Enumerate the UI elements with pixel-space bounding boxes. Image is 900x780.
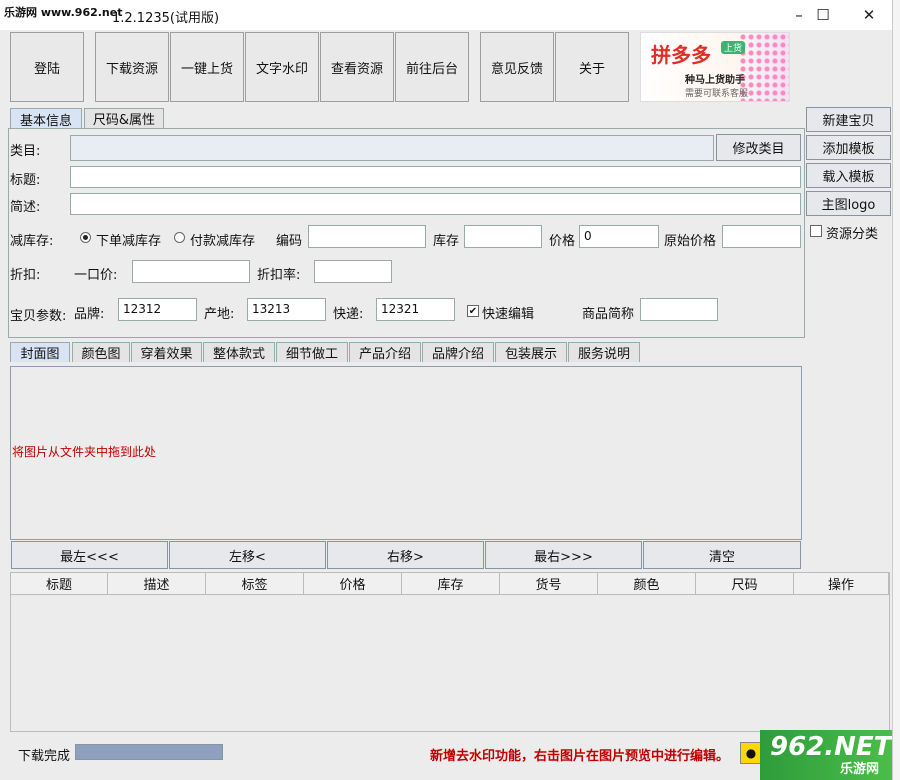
discount-rate-label: 折扣率:: [257, 268, 301, 283]
status-text: 下载完成: [18, 749, 71, 764]
modify-category-button[interactable]: 修改类目: [716, 134, 801, 161]
tab-basic-info[interactable]: 基本信息: [10, 108, 82, 129]
background-window-edge: [892, 0, 900, 780]
code-label: 编码: [276, 234, 303, 249]
goto-backend-button[interactable]: 前往后台: [395, 32, 469, 102]
title-bar: 乐游网 www.962.net 1.2.1235(试用版) – ☐ ✕: [0, 0, 892, 30]
column-header-size[interactable]: 尺码: [696, 573, 794, 595]
ad-subtitle: 种马上货助手: [685, 75, 745, 86]
about-button[interactable]: 关于: [555, 32, 629, 102]
view-resources-button[interactable]: 查看资源: [320, 32, 394, 102]
code-input[interactable]: [308, 225, 426, 248]
resource-classify-checkbox[interactable]: [810, 225, 822, 237]
original-price-input[interactable]: [722, 225, 801, 248]
tab-brand-intro[interactable]: 品牌介绍: [422, 342, 494, 362]
load-template-button[interactable]: 载入模板: [806, 163, 891, 188]
quick-edit-label: 快速编辑: [482, 307, 535, 322]
fixed-price-label: 一口价:: [74, 268, 118, 283]
text-watermark-button[interactable]: 文字水印: [245, 32, 319, 102]
main-logo-button[interactable]: 主图logo: [806, 191, 891, 216]
items-table: 标题 描述 标签 价格 库存 货号 颜色 尺码 操作: [10, 572, 890, 732]
window-title: 1.2.1235(试用版): [112, 11, 220, 26]
description-input[interactable]: [70, 193, 801, 215]
add-template-button[interactable]: 添加模板: [806, 135, 891, 160]
pay-reduce-stock-label: 付款减库存: [190, 234, 256, 249]
tab-service-description[interactable]: 服务说明: [568, 342, 640, 362]
order-reduce-stock-label: 下单减库存: [96, 234, 162, 249]
resource-classify-label: 资源分类: [826, 227, 879, 242]
brand-label: 品牌:: [74, 307, 105, 322]
tab-size-attributes[interactable]: 尺码&属性: [84, 108, 164, 128]
status-bar: 下载完成 新增去水印功能，右击图片在图片预览中进行编辑。 ●: [10, 738, 890, 768]
tab-color-image[interactable]: 颜色图: [72, 342, 130, 362]
column-header-tags[interactable]: 标签: [206, 573, 304, 595]
discount-label: 折扣:: [10, 268, 41, 283]
brand-input[interactable]: 12312: [118, 298, 197, 321]
discount-rate-input[interactable]: [314, 260, 392, 283]
radio-pay-reduce-stock[interactable]: [174, 232, 185, 243]
stock-input[interactable]: [464, 225, 542, 248]
column-header-title[interactable]: 标题: [11, 573, 108, 595]
watermark-bottom: 962.NET 乐游网: [760, 730, 900, 780]
tab-wearing-effect[interactable]: 穿着效果: [131, 342, 202, 362]
origin-label: 产地:: [204, 307, 235, 322]
ad-contact-note: 需要可联系客服: [685, 89, 749, 99]
move-left-button[interactable]: 左移<: [169, 541, 326, 569]
price-label: 价格: [549, 234, 576, 249]
drop-hint-text: 将图片从文件夹中拖到此处: [12, 445, 157, 459]
short-name-label: 商品简称: [582, 307, 635, 322]
express-label: 快递:: [333, 307, 364, 322]
origin-input[interactable]: 13213: [247, 298, 326, 321]
tab-cover-image[interactable]: 封面图: [10, 342, 70, 362]
short-name-input[interactable]: [640, 298, 718, 321]
stock-label: 库存: [433, 234, 460, 249]
column-header-price[interactable]: 价格: [304, 573, 402, 595]
clear-button[interactable]: 清空: [643, 541, 801, 569]
maximize-button[interactable]: ☐: [800, 0, 846, 30]
category-label: 类目:: [10, 144, 41, 159]
login-button[interactable]: 登陆: [10, 32, 84, 102]
feature-notice: 新增去水印功能，右击图片在图片预览中进行编辑。: [430, 749, 730, 764]
description-label: 简述:: [10, 200, 41, 215]
price-input[interactable]: 0: [579, 225, 659, 248]
ad-title: 拼多多: [651, 43, 711, 67]
watermark-bottom-text: 乐游网: [840, 762, 880, 777]
tab-overall-style[interactable]: 整体款式: [203, 342, 275, 362]
close-button[interactable]: ✕: [846, 0, 892, 30]
qq-icon[interactable]: ●: [740, 742, 762, 764]
fixed-price-input[interactable]: [132, 260, 250, 283]
tab-product-intro[interactable]: 产品介绍: [349, 342, 421, 362]
item-params-label: 宝贝参数:: [10, 309, 67, 324]
watermark-top: 乐游网 www.962.net: [2, 4, 125, 20]
new-item-button[interactable]: 新建宝贝: [806, 107, 891, 132]
move-leftmost-button[interactable]: 最左<<<: [11, 541, 168, 569]
stock-mode-label: 减库存:: [10, 234, 54, 249]
original-price-label: 原始价格: [664, 234, 717, 249]
pinduoduo-ad-banner[interactable]: 拼多多 上货 种马上货助手 需要可联系客服: [640, 32, 790, 102]
title-input[interactable]: [70, 166, 801, 188]
radio-order-reduce-stock[interactable]: [80, 232, 91, 243]
column-header-color[interactable]: 颜色: [598, 573, 696, 595]
download-progress-bar: [75, 744, 223, 760]
tab-detail-work[interactable]: 细节做工: [276, 342, 348, 362]
feedback-button[interactable]: 意见反馈: [480, 32, 554, 102]
express-input[interactable]: 12321: [376, 298, 455, 321]
one-click-upload-button[interactable]: 一键上货: [170, 32, 244, 102]
quick-edit-checkbox[interactable]: ✔: [467, 305, 479, 317]
ad-badge: 上货: [721, 41, 746, 54]
move-right-button[interactable]: 右移>: [327, 541, 484, 569]
download-resources-button[interactable]: 下载资源: [95, 32, 169, 102]
column-header-actions[interactable]: 操作: [794, 573, 889, 595]
category-field: [70, 135, 714, 161]
column-header-sku[interactable]: 货号: [500, 573, 598, 595]
title-label: 标题:: [10, 173, 41, 188]
tab-package-display[interactable]: 包装展示: [495, 342, 567, 362]
image-drop-zone[interactable]: 将图片从文件夹中拖到此处: [10, 366, 802, 540]
move-rightmost-button[interactable]: 最右>>>: [485, 541, 642, 569]
column-header-stock[interactable]: 库存: [402, 573, 500, 595]
column-header-description[interactable]: 描述: [108, 573, 206, 595]
